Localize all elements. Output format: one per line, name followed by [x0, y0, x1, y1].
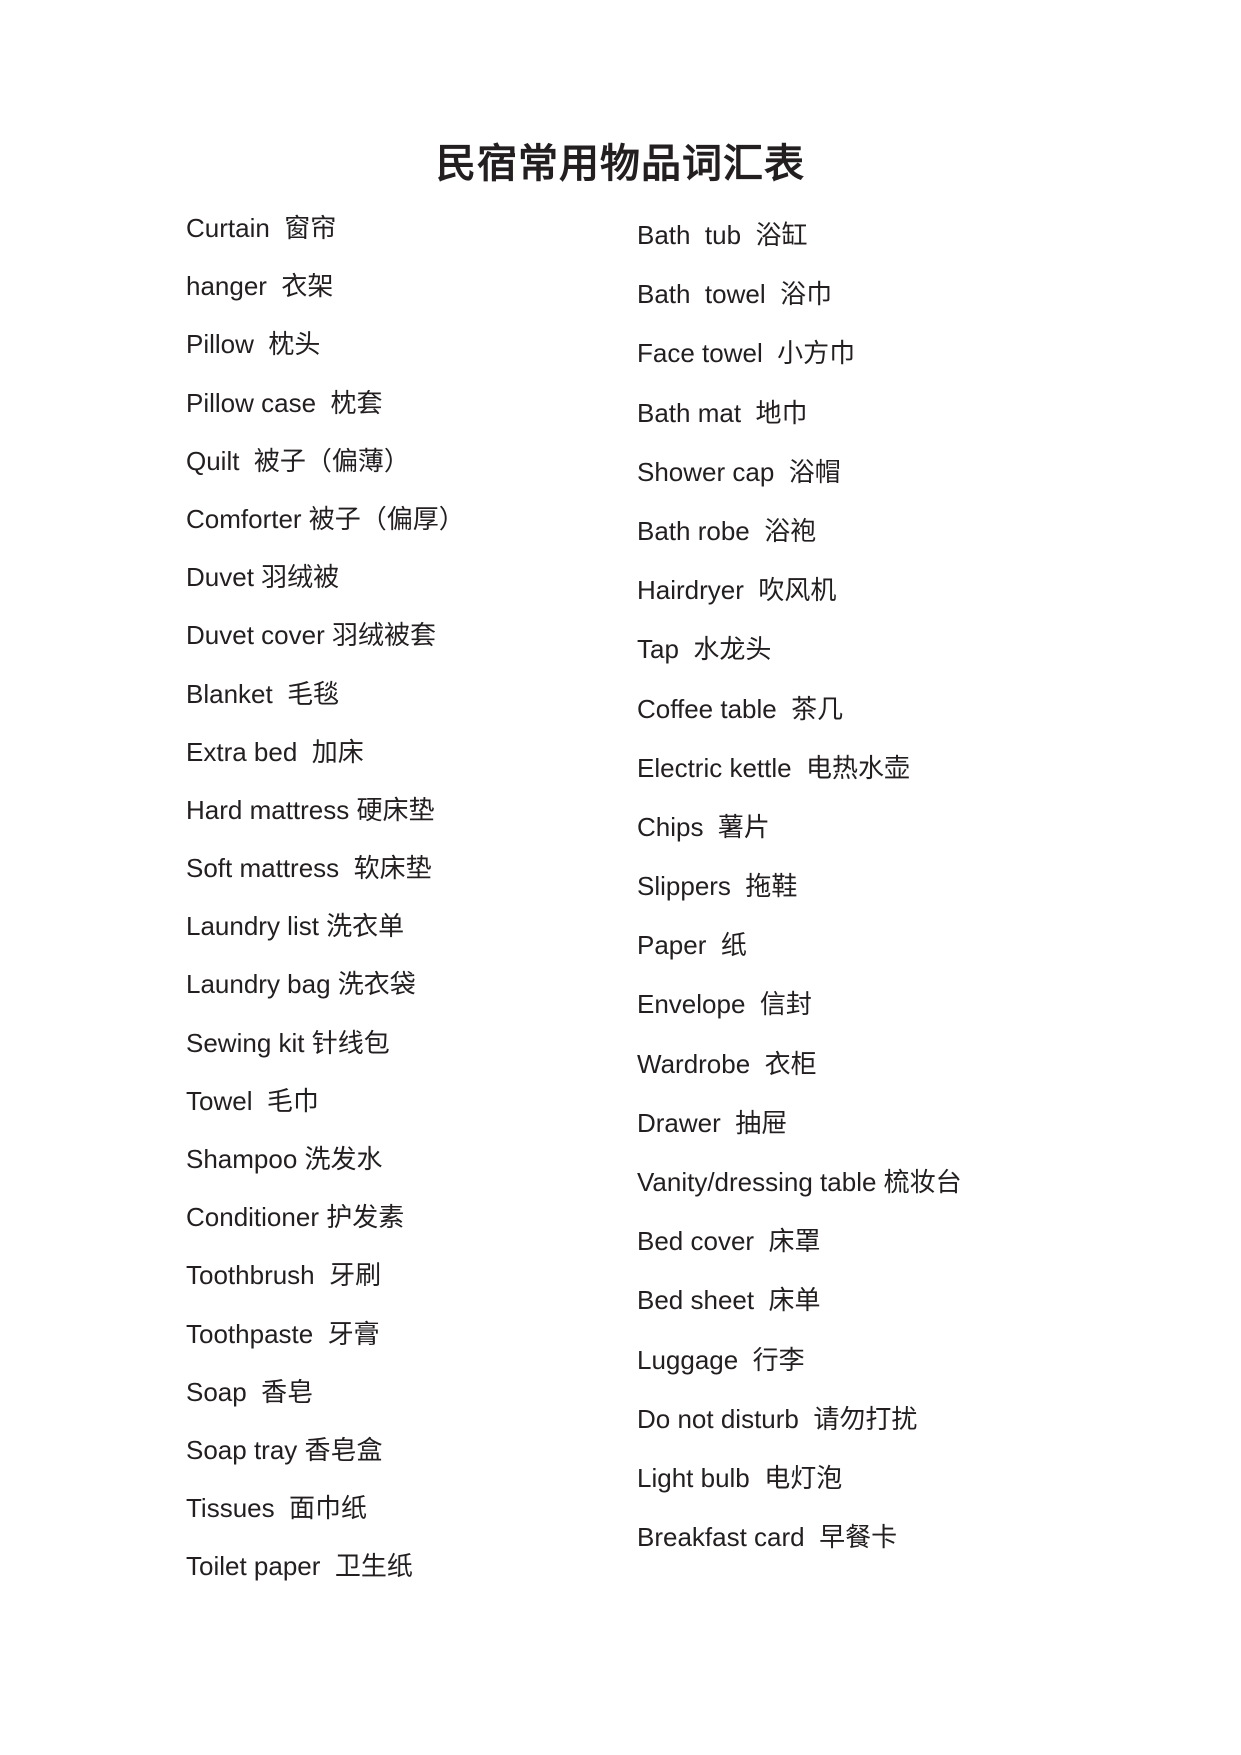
vocabulary-entry: Do not disturb 请勿打扰	[637, 1403, 918, 1434]
vocabulary-entry: Bath tub 浴缸	[637, 220, 808, 250]
vocabulary-entry: Shampoo 洗发水	[186, 1144, 383, 1174]
vocabulary-entry: Conditioner 护发素	[186, 1202, 405, 1233]
vocabulary-entry: Hard mattress 硬床垫	[186, 794, 435, 825]
page-title: 民宿常用物品词汇表	[436, 141, 805, 186]
vocabulary-column-left: Curtain 窗帘 hanger 衣架 Pillow 枕头 Pillow case …	[186, 215, 586, 1612]
vocabulary-entry: Duvet cover 羽绒被套	[186, 620, 436, 651]
vocabulary-entry: Towel 毛巾	[186, 1085, 319, 1116]
vocabulary-entry: Toothpaste 牙膏	[186, 1318, 380, 1349]
vocabulary-entry: Face towel 小方巾	[637, 338, 856, 369]
vocabulary-entry: Hairdryer 吹风机	[637, 575, 837, 606]
vocabulary-entry: Light bulb 电灯泡	[637, 1462, 843, 1493]
vocabulary-entry: Pillow case 枕套	[186, 387, 383, 418]
vocabulary-entry: Soft mattress 软床垫	[186, 853, 432, 884]
vocabulary-entry: Sewing kit 针线包	[186, 1027, 390, 1058]
vocabulary-entry: Shower cap 浴帽	[637, 456, 841, 487]
vocabulary-entry: Toothbrush 牙刷	[186, 1260, 382, 1291]
vocabulary-entry: Breakfast card 早餐卡	[637, 1522, 898, 1553]
vocabulary-entry: Tap 水龙头	[637, 634, 772, 665]
vocabulary-entry: Laundry bag 洗衣袋	[186, 969, 416, 1000]
vocabulary-entry: hanger 衣架	[186, 271, 334, 302]
vocabulary-entry: Bed cover 床罩	[637, 1226, 821, 1257]
vocabulary-list-left: Curtain 窗帘 hanger 衣架 Pillow 枕头 Pillow case …	[186, 215, 586, 1579]
vocabulary-entry: Laundry list 洗衣单	[186, 911, 405, 942]
vocabulary-entry: Soap 香皂	[186, 1376, 314, 1407]
vocabulary-entry: Electric kettle 电热水壶	[637, 752, 911, 783]
vocabulary-entry: Paper 纸	[637, 930, 747, 961]
vocabulary-entry: Luggage 行李	[637, 1344, 805, 1375]
vocabulary-entry: Vanity/dressing table 梳妆台	[637, 1167, 962, 1197]
vocabulary-entry: Toilet paper 卫生纸	[186, 1551, 413, 1582]
vocabulary-entry: Drawer 抽屉	[637, 1107, 788, 1138]
vocabulary-entry: Envelope 信封	[637, 989, 812, 1020]
vocabulary-entry: Bath robe 浴袍	[637, 515, 817, 546]
vocabulary-entry: Bed sheet 床单	[637, 1285, 821, 1316]
vocabulary-entry: Wardrobe 衣柜	[637, 1048, 817, 1079]
vocabulary-entry: Soap tray 香皂盒	[186, 1434, 383, 1465]
vocabulary-entry: Quilt 被子（偏薄）	[186, 445, 410, 476]
vocabulary-entry: Slippers 拖鞋	[637, 871, 798, 902]
vocabulary-entry: Tissues 面巾纸	[186, 1493, 368, 1524]
vocabulary-entry: Curtain 窗帘	[186, 213, 337, 243]
vocabulary-column-right: Bath tub 浴缸 Bath towel 浴巾 Face towel 小方巾 Ba…	[637, 222, 1067, 1583]
vocabulary-entry: Extra bed 加床	[186, 736, 364, 767]
vocabulary-entry: Blanket 毛毯	[186, 678, 340, 709]
vocabulary-entry: Chips 薯片	[637, 811, 770, 842]
vocabulary-entry: Bath towel 浴巾	[637, 279, 833, 310]
vocabulary-entry: Duvet 羽绒被	[186, 562, 340, 593]
vocabulary-entry: Pillow 枕头	[186, 329, 321, 360]
vocabulary-entry: Coffee table 茶几	[637, 693, 844, 724]
vocabulary-entry: Bath mat 地巾	[637, 397, 808, 428]
document-page: 民宿常用物品词汇表 Curtain 窗帘 hanger 衣架 Pillow 枕头 Pi…	[0, 0, 1241, 1755]
vocabulary-entry: Comforter 被子（偏厚）	[186, 503, 465, 534]
vocabulary-list-right: Bath tub 浴缸 Bath towel 浴巾 Face towel 小方巾 Ba…	[637, 222, 1067, 1550]
